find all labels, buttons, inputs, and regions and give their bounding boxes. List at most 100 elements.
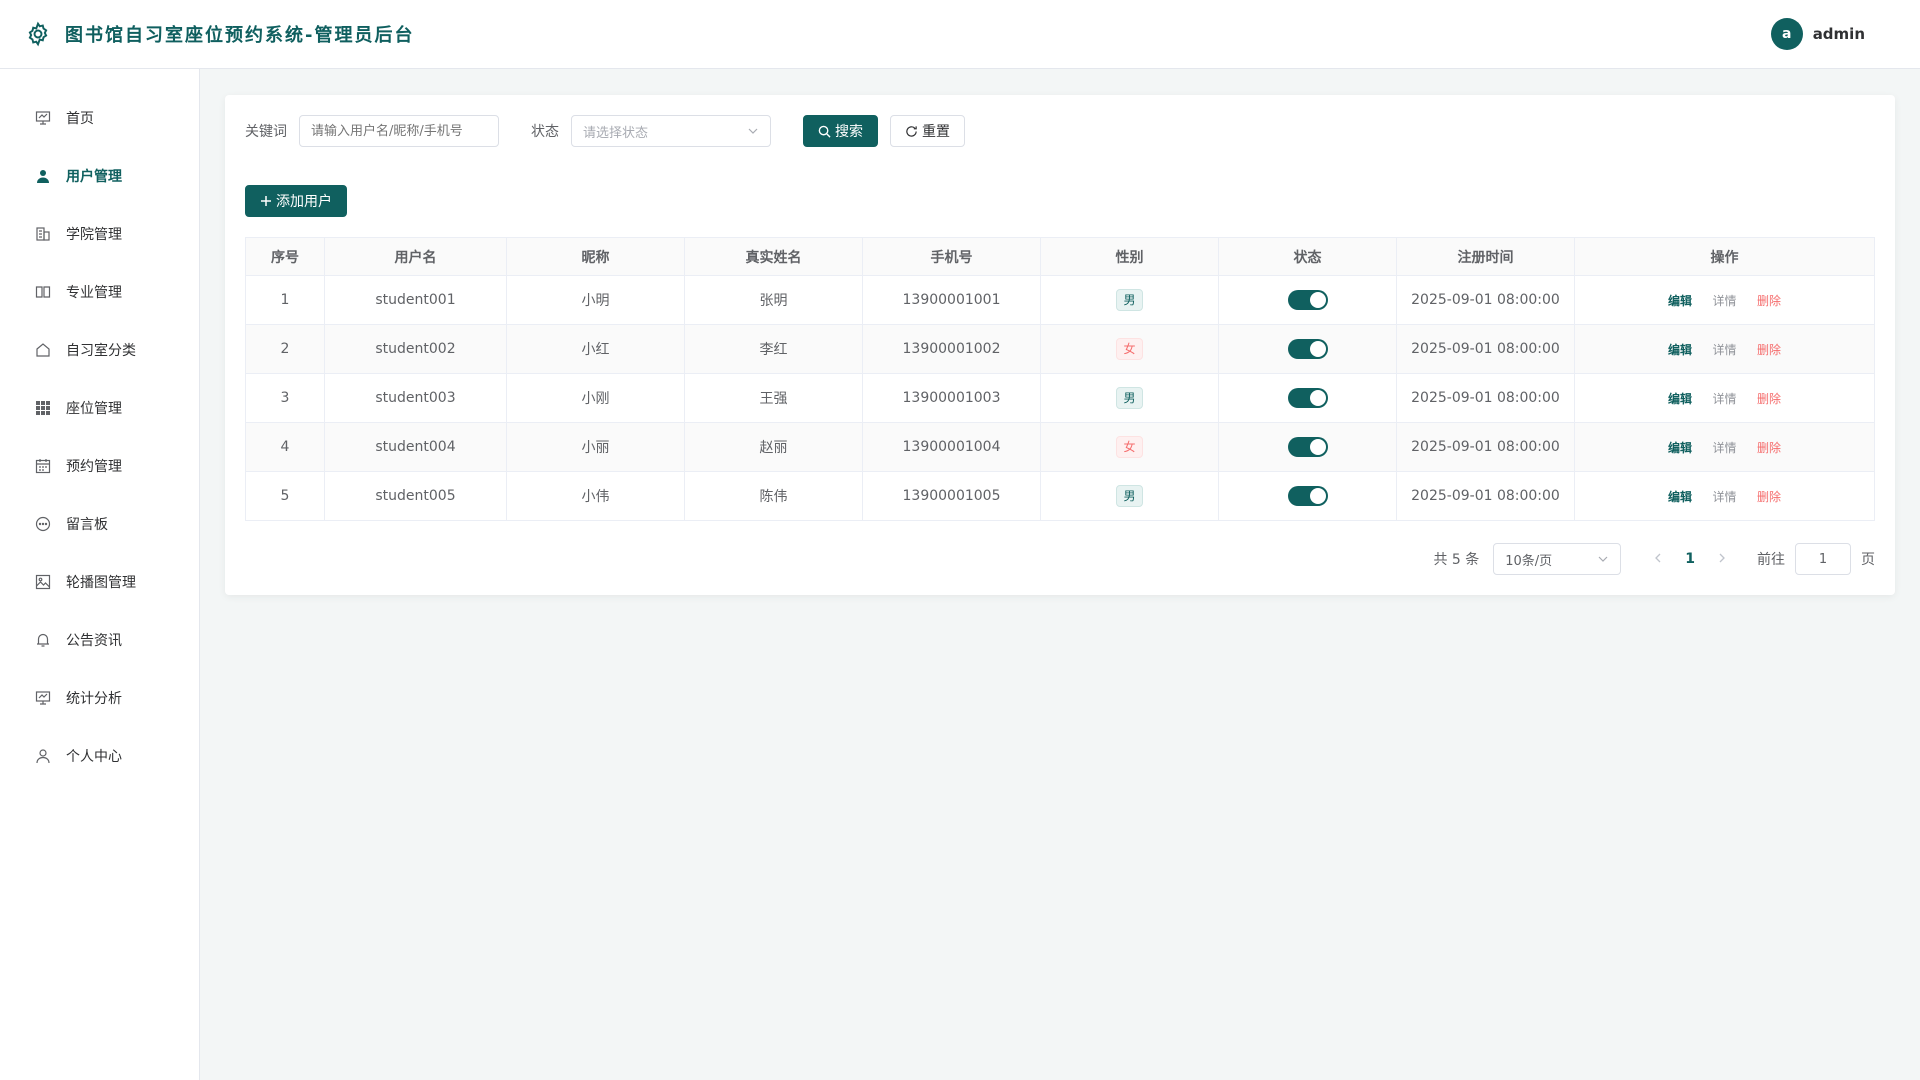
- add-user-button[interactable]: 添加用户: [245, 185, 347, 217]
- page-size-value: 10条/页: [1505, 553, 1553, 569]
- sidebar-item-label: 座位管理: [66, 401, 122, 417]
- edit-button[interactable]: 编辑: [1668, 343, 1692, 357]
- sidebar-item-label: 学院管理: [66, 227, 122, 243]
- delete-button[interactable]: 删除: [1757, 392, 1781, 406]
- gender-tag: 男: [1116, 485, 1143, 507]
- table-row: 1 student001 小明 张明 13900001001 男 2025-09…: [245, 275, 1875, 325]
- status-select[interactable]: 请选择状态: [571, 115, 771, 147]
- detail-button[interactable]: 详情: [1712, 392, 1736, 406]
- sidebar: 首页 用户管理 学院管理 专业管理 自习室分类 座位管理 预约管理 留言板 轮播…: [0, 69, 200, 1080]
- sidebar-item-home[interactable]: 首页: [0, 89, 199, 147]
- cell-status: [1218, 275, 1397, 325]
- cell-gender: 男: [1040, 373, 1219, 423]
- plus-icon: [260, 195, 272, 207]
- search-icon: [818, 125, 831, 138]
- cell-gender: 男: [1040, 275, 1219, 325]
- cell-gender: 女: [1040, 422, 1219, 472]
- detail-button[interactable]: 详情: [1712, 343, 1736, 357]
- col-header-phone: 手机号: [862, 237, 1041, 276]
- add-user-label: 添加用户: [276, 194, 332, 210]
- chevron-down-icon: [1598, 556, 1608, 562]
- status-toggle[interactable]: [1287, 486, 1328, 506]
- sidebar-item-profile[interactable]: 个人中心: [0, 727, 199, 785]
- gender-tag: 男: [1116, 289, 1143, 311]
- cell-status: [1218, 422, 1397, 472]
- reset-button[interactable]: 重置: [890, 115, 965, 147]
- sidebar-item-label: 专业管理: [66, 285, 122, 301]
- sidebar-item-label: 首页: [66, 111, 94, 127]
- sidebar-item-messages[interactable]: 留言板: [0, 495, 199, 553]
- cell-no: 2: [245, 324, 325, 374]
- goto-label: 前往: [1757, 552, 1785, 568]
- page-number-current[interactable]: 1: [1685, 551, 1695, 567]
- edit-button[interactable]: 编辑: [1668, 294, 1692, 308]
- gear-icon: [28, 21, 48, 47]
- cell-realname: 陈伟: [684, 471, 863, 521]
- table-row: 2 student002 小红 李红 13900001002 女 2025-09…: [245, 324, 1875, 374]
- col-header-nickname: 昵称: [506, 237, 685, 276]
- toolbar: 添加用户: [245, 185, 1875, 217]
- cell-no: 4: [245, 422, 325, 472]
- sidebar-item-carousel[interactable]: 轮播图管理: [0, 553, 199, 611]
- sidebar-item-majors[interactable]: 专业管理: [0, 263, 199, 321]
- cell-realname: 王强: [684, 373, 863, 423]
- goto-page-input[interactable]: [1795, 543, 1851, 575]
- sidebar-item-label: 公告资讯: [66, 633, 122, 649]
- cell-actions: 编辑 详情 删除: [1574, 373, 1875, 423]
- sidebar-item-label: 用户管理: [66, 169, 122, 185]
- edit-button[interactable]: 编辑: [1668, 490, 1692, 504]
- user-menu[interactable]: a admin: [1770, 18, 1865, 50]
- sidebar-item-room-categories[interactable]: 自习室分类: [0, 321, 199, 379]
- prev-page-button[interactable]: [1653, 551, 1663, 567]
- picture-icon: [34, 573, 52, 591]
- sidebar-item-announcements[interactable]: 公告资讯: [0, 611, 199, 669]
- search-button[interactable]: 搜索: [803, 115, 878, 147]
- delete-button[interactable]: 删除: [1757, 294, 1781, 308]
- sidebar-item-label: 留言板: [66, 517, 108, 533]
- cell-actions: 编辑 详情 删除: [1574, 471, 1875, 521]
- sidebar-item-seats[interactable]: 座位管理: [0, 379, 199, 437]
- monitor-icon: [34, 109, 52, 127]
- cell-phone: 13900001005: [862, 471, 1041, 521]
- delete-button[interactable]: 删除: [1757, 490, 1781, 504]
- status-toggle[interactable]: [1287, 339, 1328, 359]
- delete-button[interactable]: 删除: [1757, 343, 1781, 357]
- col-header-registered: 注册时间: [1396, 237, 1575, 276]
- sidebar-item-statistics[interactable]: 统计分析: [0, 669, 199, 727]
- chevron-left-icon: [1655, 553, 1661, 563]
- user-management-card: 关键词 状态 请选择状态 搜索 重置 添加用户 序号 用户名 昵称 真实姓名: [225, 95, 1895, 595]
- avatar[interactable]: a: [1770, 18, 1803, 50]
- cell-no: 3: [245, 373, 325, 423]
- detail-button[interactable]: 详情: [1712, 490, 1736, 504]
- col-header-status: 状态: [1218, 237, 1397, 276]
- detail-button[interactable]: 详情: [1712, 441, 1736, 455]
- calendar-icon: [34, 457, 52, 475]
- username[interactable]: admin: [1813, 25, 1865, 43]
- sidebar-item-reservations[interactable]: 预约管理: [0, 437, 199, 495]
- cell-status: [1218, 324, 1397, 374]
- sidebar-item-colleges[interactable]: 学院管理: [0, 205, 199, 263]
- sidebar-item-label: 自习室分类: [66, 343, 136, 359]
- chevron-right-icon: [1719, 553, 1725, 563]
- keyword-input[interactable]: [299, 115, 499, 147]
- status-toggle[interactable]: [1287, 290, 1328, 310]
- status-toggle[interactable]: [1287, 388, 1328, 408]
- cell-registered: 2025-09-01 08:00:00: [1396, 324, 1575, 374]
- gender-tag: 女: [1116, 436, 1143, 458]
- cell-actions: 编辑 详情 删除: [1574, 324, 1875, 374]
- status-toggle[interactable]: [1287, 437, 1328, 457]
- cell-status: [1218, 471, 1397, 521]
- edit-button[interactable]: 编辑: [1668, 441, 1692, 455]
- chat-icon: [34, 515, 52, 533]
- cell-actions: 编辑 详情 删除: [1574, 422, 1875, 472]
- delete-button[interactable]: 删除: [1757, 441, 1781, 455]
- cell-realname: 李红: [684, 324, 863, 374]
- grid-icon: [34, 399, 52, 417]
- users-table: 序号 用户名 昵称 真实姓名 手机号 性别 状态 注册时间 操作 1 stude…: [245, 237, 1875, 521]
- next-page-button[interactable]: [1717, 551, 1727, 567]
- edit-button[interactable]: 编辑: [1668, 392, 1692, 406]
- page-size-select[interactable]: 10条/页: [1493, 543, 1622, 575]
- sidebar-item-users[interactable]: 用户管理: [0, 147, 199, 205]
- col-header-realname: 真实姓名: [684, 237, 863, 276]
- detail-button[interactable]: 详情: [1712, 294, 1736, 308]
